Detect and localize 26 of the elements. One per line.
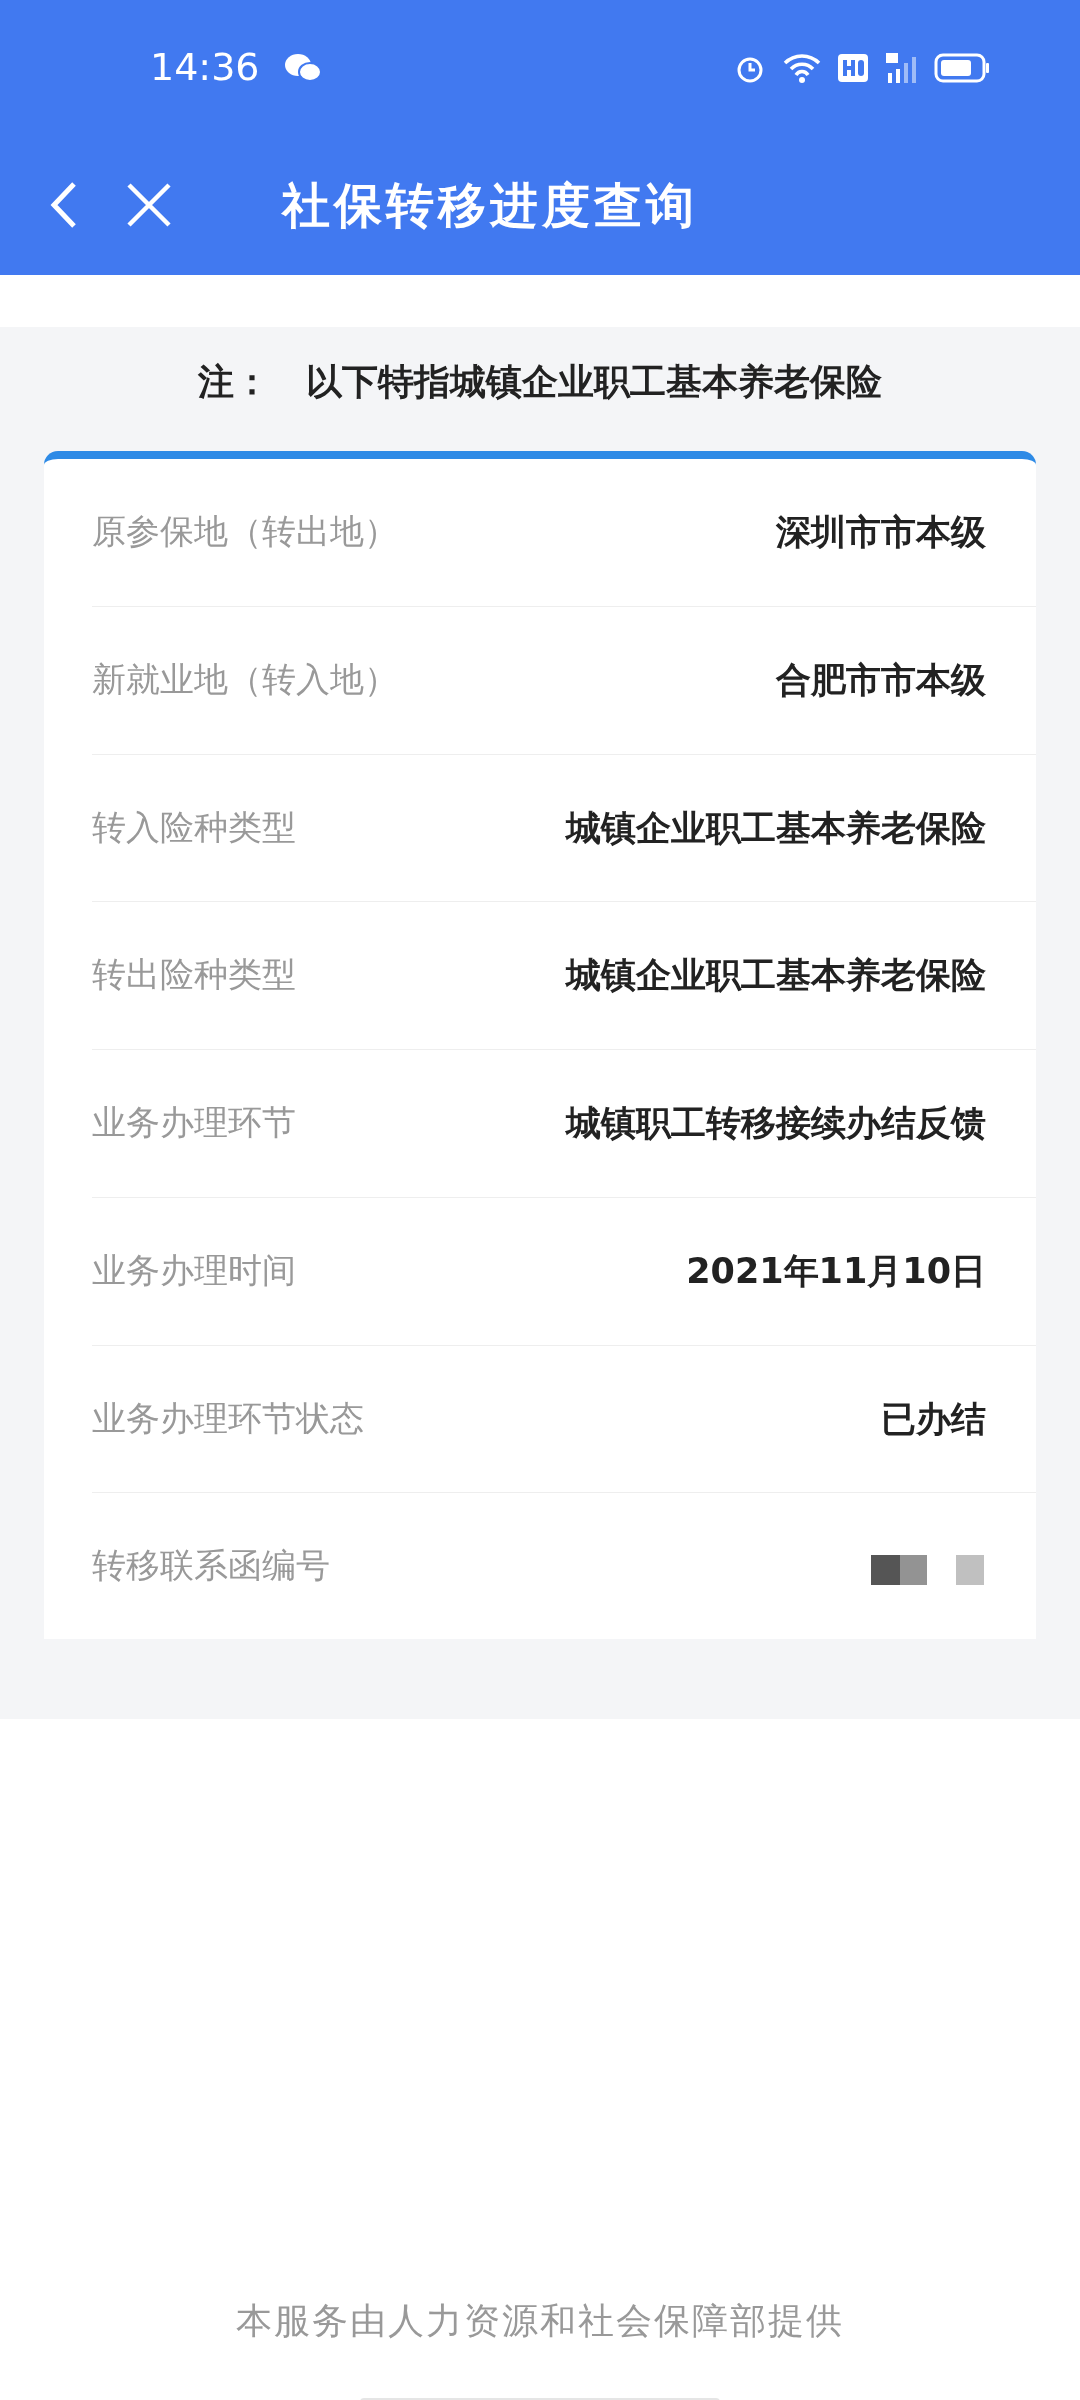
- close-icon[interactable]: [126, 182, 172, 228]
- status-time: 14:36: [150, 44, 260, 91]
- field-label: 转出险种类型: [92, 953, 296, 997]
- hd-icon: [838, 53, 868, 82]
- field-value: 深圳市市本级: [776, 511, 986, 554]
- chat-icon: [283, 52, 322, 83]
- field-label: 业务办理环节: [92, 1101, 296, 1144]
- field-value: 城镇职工转移接续办结反馈: [566, 1102, 986, 1145]
- cell-signal-icon: [884, 50, 918, 85]
- field-label: 业务办理环节状态: [92, 1396, 364, 1440]
- page-title: 社保转移进度查询: [282, 176, 698, 235]
- field-value: 2021年11月10日: [686, 1249, 986, 1293]
- field-value: 城镇企业职工基本养老保险: [566, 806, 986, 850]
- field-value: 合肥市市本级: [776, 658, 986, 702]
- field-value: 已办结: [881, 1397, 986, 1441]
- field-label: 转入险种类型: [92, 805, 296, 849]
- note-text: 注： 以下特指城镇企业职工基本养老保险: [197, 360, 883, 404]
- footer-text: 本服务由人力资源和社会保障部提供: [235, 2299, 845, 2343]
- field-label: 转移联系函编号: [92, 1544, 330, 1588]
- wifi-icon: [782, 52, 822, 83]
- field-label: 业务办理时间: [92, 1248, 296, 1292]
- field-label: 原参保地（转出地）: [92, 510, 398, 553]
- field-label: 新就业地（转入地）: [92, 657, 398, 701]
- battery-icon: [934, 52, 990, 83]
- field-value: 城镇企业职工基本养老保险: [566, 954, 986, 998]
- back-icon[interactable]: [48, 180, 78, 230]
